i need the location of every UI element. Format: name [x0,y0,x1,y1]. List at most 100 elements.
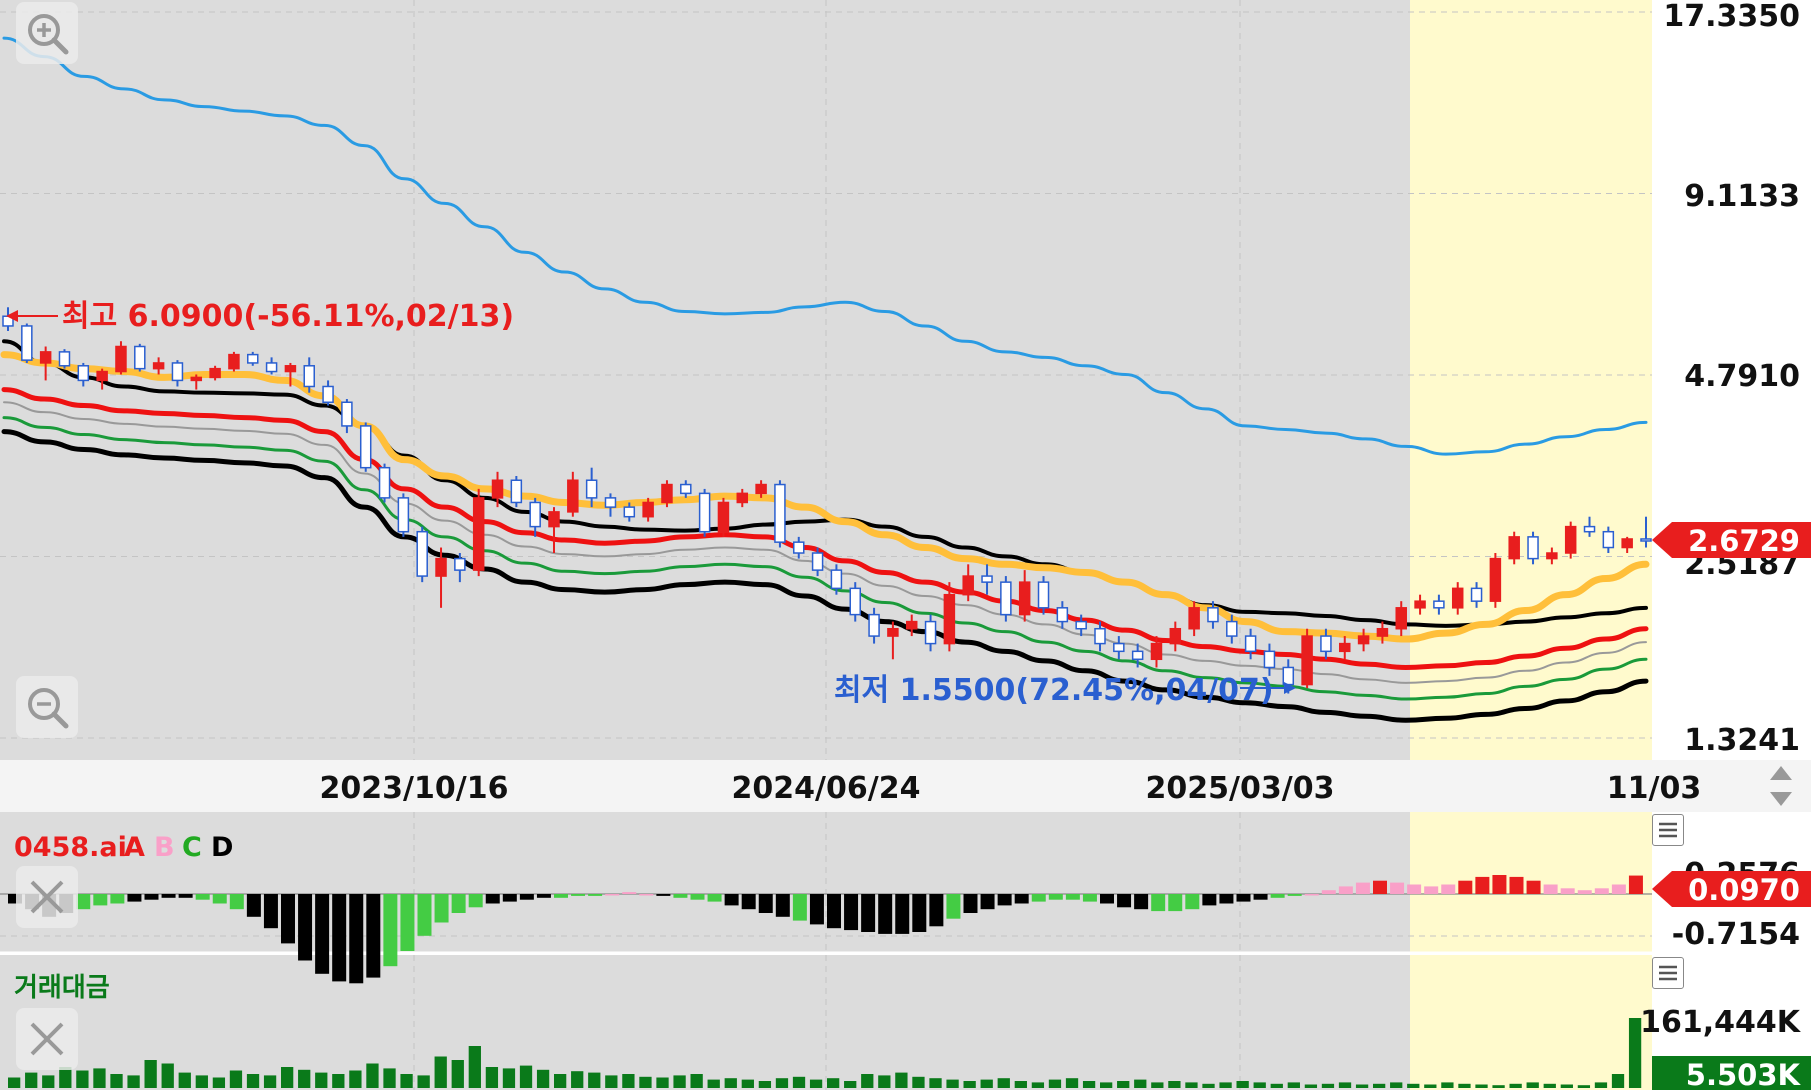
candle-body [1075,620,1087,630]
osc-bar [1543,884,1558,894]
volume-bar [980,1079,993,1088]
volume-bar [1219,1082,1232,1088]
date-tick-2: 2024/06/24 [732,771,921,806]
osc-bar [281,894,295,944]
osc-bar [895,894,910,934]
price-tick-3: 4.7910 [1684,359,1800,394]
osc-bar [1082,894,1097,902]
osc-bar [861,894,876,932]
volume-menu-button[interactable] [1652,957,1684,989]
candle-body [1244,635,1257,653]
candle-body [359,425,372,469]
candle-body [1131,650,1144,661]
candle-body [322,385,334,404]
candle-body [1451,587,1464,609]
stock-chart[interactable]: 최고 6.0900(-56.11%,02/13) 최저 1.5500(72.45… [0,0,1811,1090]
oscillator-menu-button[interactable] [1652,814,1684,846]
candle-body [341,401,353,427]
volume-bar [963,1081,976,1088]
candle-body [736,492,749,504]
candle-body [1339,642,1351,653]
candle-body [228,353,240,370]
volume-bar [195,1075,208,1088]
candle-body [1018,581,1031,616]
volume-badge: 5.503K [1652,1056,1811,1090]
candle-body [472,497,485,571]
candle-body [1226,620,1238,637]
osc-bar [332,894,347,982]
volume-bar [1611,1074,1625,1088]
candle [416,526,428,583]
volume-bar [1577,1085,1591,1088]
candle-body [1113,642,1125,653]
candle-body [454,557,466,571]
candle-body [1640,538,1652,542]
volume-bar [758,1081,772,1088]
candle-body [1602,530,1615,549]
osc-bar [554,894,568,898]
close-icon [30,880,64,914]
osc-bar [980,894,995,910]
volume-bar [1117,1081,1130,1088]
candle [115,341,127,375]
candle-body [755,483,767,495]
candle-body [416,530,428,577]
candle-body [435,557,447,577]
candle-body [962,575,974,596]
osc-bar [997,894,1012,906]
up-down-arrows-icon [1770,766,1792,806]
candle-body [887,627,899,637]
volume-bar [25,1072,38,1088]
high-label: 최고 6.0900(-56.11%,02/13) [62,299,514,334]
volume-bar [588,1072,601,1088]
candle-body [680,483,692,495]
volume-bar [1594,1082,1608,1088]
close-oscillator-button[interactable] [16,866,78,928]
price-highlight-bg [1410,0,1652,760]
candle-body [1583,525,1596,533]
zoom-out-button[interactable] [16,676,78,738]
osc-bar [195,894,210,900]
volume-bar [519,1065,533,1088]
candle [698,488,711,537]
candle-body [1263,650,1276,669]
volume-bar [59,1067,72,1088]
volume-bar [1424,1084,1437,1088]
date-tick-1: 2023/10/16 [320,771,509,806]
oscillator-badge: 0.0970 [1652,871,1811,907]
osc-bar [315,894,330,974]
candle-body [661,483,673,504]
candle-body [510,479,523,504]
volume-bar [895,1072,908,1088]
volume-bar [1441,1082,1454,1088]
osc-bar [656,894,671,896]
volume-bar [1509,1083,1522,1088]
candle-body [1621,538,1633,549]
osc-bar [827,894,841,929]
volume-bar [1355,1084,1369,1088]
candle-body [39,351,52,364]
osc-bar [758,894,773,913]
zoom-in-button[interactable] [16,2,78,64]
low-label: 최저 1.5500(72.45%,04/07) [834,673,1274,708]
volume-bar [912,1076,925,1088]
volume-bar [861,1074,874,1088]
volume-bar [485,1067,499,1088]
osc-bar [519,894,534,900]
candle-body [1527,536,1539,560]
volume-bar [229,1070,243,1088]
close-volume-button[interactable] [16,1008,78,1070]
osc-bar [1253,894,1268,900]
osc-bar [1134,894,1149,910]
osc-bar [1270,894,1285,898]
volume-bar [110,1074,123,1088]
volume-bar [554,1074,567,1088]
osc-bar [161,894,176,898]
osc-bar [298,894,313,961]
volume-bar [827,1078,840,1088]
axis-scroll-button[interactable] [1752,760,1810,812]
osc-bar [809,894,824,925]
candle [134,343,146,372]
candle-body [190,376,203,382]
candle-body [1357,635,1370,645]
